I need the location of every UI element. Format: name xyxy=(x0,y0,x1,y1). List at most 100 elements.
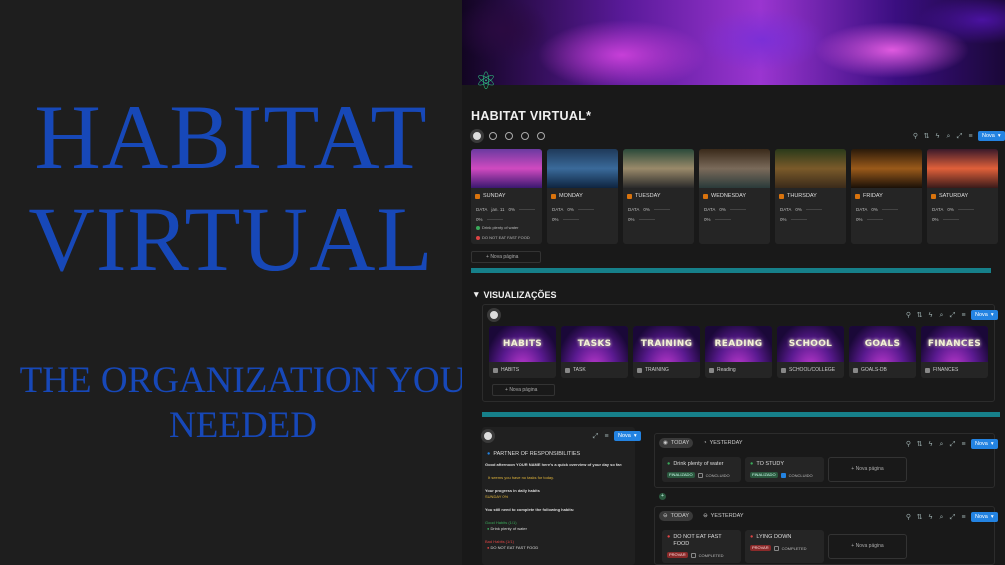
new-page-button[interactable]: + Nova página xyxy=(492,384,555,396)
expand-icon[interactable]: ⤢ xyxy=(592,433,599,440)
tab-today[interactable]: ◉ TODAY xyxy=(659,438,694,448)
gallery-card-training[interactable]: TRAINING TRAINING xyxy=(633,326,700,378)
search-icon[interactable]: ⌕ xyxy=(938,312,945,319)
toggle-arrow-icon[interactable]: ▾ xyxy=(474,289,479,300)
chevron-down-icon[interactable]: ▾ xyxy=(634,431,637,441)
chevron-down-icon[interactable]: ▾ xyxy=(998,131,1001,141)
habit-card[interactable]: ● DO NOT EAT FAST FOOD PROVAR COMPLETED xyxy=(662,530,741,563)
view-tab-3[interactable] xyxy=(505,132,513,140)
chevron-down-icon[interactable]: ▾ xyxy=(991,439,994,449)
day-card-saturday[interactable]: SATURDAY DATA 0% 0% xyxy=(927,149,998,244)
day-data-row: DATA 0% xyxy=(704,207,746,212)
day-progress-row: 0% xyxy=(856,217,883,222)
chevron-down-icon[interactable]: ▾ xyxy=(991,512,994,522)
promo-subtitle-line2: NEEDED xyxy=(169,405,317,446)
search-icon[interactable]: ⌕ xyxy=(938,514,945,521)
view-tab-1[interactable] xyxy=(473,132,481,140)
expand-icon[interactable]: ⤢ xyxy=(949,312,956,319)
day-habit-good: Drink plenty of water xyxy=(476,225,518,230)
expand-icon[interactable]: ⤢ xyxy=(956,133,963,140)
tab-yesterday[interactable]: ⊖ YESTERDAY xyxy=(699,511,748,521)
atom-icon[interactable]: ⚛ xyxy=(474,70,498,94)
filter-icon[interactable]: ⚲ xyxy=(905,312,912,319)
gallery-label: TRAINING xyxy=(637,367,669,373)
partner-no-tasks: It seems you have no tasks for today. xyxy=(488,475,554,480)
stop-icon xyxy=(476,235,480,240)
gallery-banner: GOALS xyxy=(849,326,916,362)
habit-card[interactable]: ● LYING DOWN PROVAR COMPLETED xyxy=(745,530,824,563)
view-tab-5[interactable] xyxy=(537,132,545,140)
lightning-icon[interactable]: ϟ xyxy=(934,133,941,140)
sort-icon[interactable]: ⇅ xyxy=(923,133,930,140)
new-button[interactable]: Nova ▾ xyxy=(614,431,641,441)
view-tab-2[interactable] xyxy=(489,132,497,140)
cover-image[interactable] xyxy=(462,0,1005,85)
day-card-sunday[interactable]: SUNDAY DATA jan. 11 0% 0% Drink plenty of w… xyxy=(471,149,542,244)
more-icon[interactable]: ≡ xyxy=(603,433,610,440)
gallery-card-reading[interactable]: READING Reading xyxy=(705,326,772,378)
sort-icon[interactable]: ⇅ xyxy=(916,514,923,521)
lightning-icon[interactable]: ϟ xyxy=(927,441,934,448)
db-toolbar: ⚲ ⇅ ϟ ⌕ ⤢ ≡ Nova ▾ xyxy=(912,130,1005,142)
checkbox[interactable] xyxy=(697,472,703,478)
more-icon[interactable]: ≡ xyxy=(960,514,967,521)
calendar-icon xyxy=(627,193,632,199)
habit-card[interactable]: ● Drink plenty of water FINALIZADO CONCLUI… xyxy=(662,457,741,482)
new-page-button[interactable]: + Nova página xyxy=(828,534,907,559)
filter-icon[interactable]: ⚲ xyxy=(905,441,912,448)
add-icon[interactable]: + xyxy=(659,493,666,500)
new-button[interactable]: Nova ▾ xyxy=(971,439,998,449)
progress-bar xyxy=(486,218,503,221)
more-icon[interactable]: ≡ xyxy=(960,312,967,319)
day-card-tuesday[interactable]: TUESDAY DATA 0% 0% xyxy=(623,149,694,244)
checkbox[interactable] xyxy=(773,545,779,551)
page-icon xyxy=(493,367,498,373)
expand-icon[interactable]: ⤢ xyxy=(949,441,956,448)
chevron-down-icon[interactable]: ▾ xyxy=(991,310,994,320)
search-icon[interactable]: ⌕ xyxy=(938,441,945,448)
day-card-thursday[interactable]: THURSDAY DATA 0% 0% xyxy=(775,149,846,244)
checkbox[interactable] xyxy=(780,472,786,478)
new-page-button[interactable]: + Nova página xyxy=(828,457,907,482)
sort-icon[interactable]: ⇅ xyxy=(916,312,923,319)
vis-view-tab[interactable] xyxy=(490,311,498,319)
gallery-card-school-college[interactable]: SCHOOL SCHOOL/COLLEGE xyxy=(777,326,844,378)
page-title[interactable]: HABITAT VIRTUAL* xyxy=(471,109,591,123)
filter-icon[interactable]: ⚲ xyxy=(905,514,912,521)
gallery-card-task[interactable]: TASKS TASK xyxy=(561,326,628,378)
more-icon[interactable]: ≡ xyxy=(960,441,967,448)
lightning-icon[interactable]: ϟ xyxy=(927,312,934,319)
bad-habit-item: ● DO NOT EAT FAST FOOD xyxy=(487,545,539,550)
lightning-icon[interactable]: ϟ xyxy=(927,514,934,521)
day-card-monday[interactable]: MONDAY DATA 0% 0% xyxy=(547,149,618,244)
stop-icon: ⊖ xyxy=(703,513,708,519)
view-tab-4[interactable] xyxy=(521,132,529,140)
page-icon xyxy=(565,367,570,373)
day-progress-row: 0% xyxy=(704,217,731,222)
filter-icon[interactable]: ⚲ xyxy=(912,133,919,140)
new-button[interactable]: Nova ▾ xyxy=(971,512,998,522)
sort-icon[interactable]: ⇅ xyxy=(916,441,923,448)
checkbox[interactable] xyxy=(690,552,696,558)
gallery-card-finances[interactable]: FINANCES FINANCES xyxy=(921,326,988,378)
expand-icon[interactable]: ⤢ xyxy=(949,514,956,521)
partner-view-tab[interactable] xyxy=(484,432,492,440)
new-page-button[interactable]: + Nova página xyxy=(471,251,541,263)
gallery-card-goals-db[interactable]: GOALS GOALS-DB xyxy=(849,326,916,378)
more-icon[interactable]: ≡ xyxy=(967,133,974,140)
new-button[interactable]: Nova ▾ xyxy=(978,131,1005,141)
section-visualizacoes[interactable]: ▾ VISUALIZAÇÕES xyxy=(474,289,557,300)
partner-title[interactable]: ● PARTNER OF RESPONSIBILITIES xyxy=(487,451,580,457)
tab-yesterday[interactable]: ◔ YESTERDAY xyxy=(699,438,746,448)
gallery-card-habits[interactable]: HABITS HABITS xyxy=(489,326,556,378)
progress-bar xyxy=(805,208,822,211)
new-button[interactable]: Nova ▾ xyxy=(971,310,998,320)
day-card-friday[interactable]: FRIDAY DATA 0% 0% xyxy=(851,149,922,244)
search-icon[interactable]: ⌕ xyxy=(945,133,952,140)
sun-icon: ◉ xyxy=(663,440,668,446)
tab-today[interactable]: ⊖ TODAY xyxy=(659,511,694,521)
board-toolbar: ⚲ ⇅ ϟ ⌕ ⤢ ≡ Nova ▾ xyxy=(905,438,998,450)
day-card-wednesday[interactable]: WEDNESDAY DATA 0% 0% xyxy=(699,149,770,244)
progress-bar xyxy=(577,208,594,211)
habit-card[interactable]: ● TO STUDY FINALIZADO CONCLUIDO xyxy=(745,457,824,482)
